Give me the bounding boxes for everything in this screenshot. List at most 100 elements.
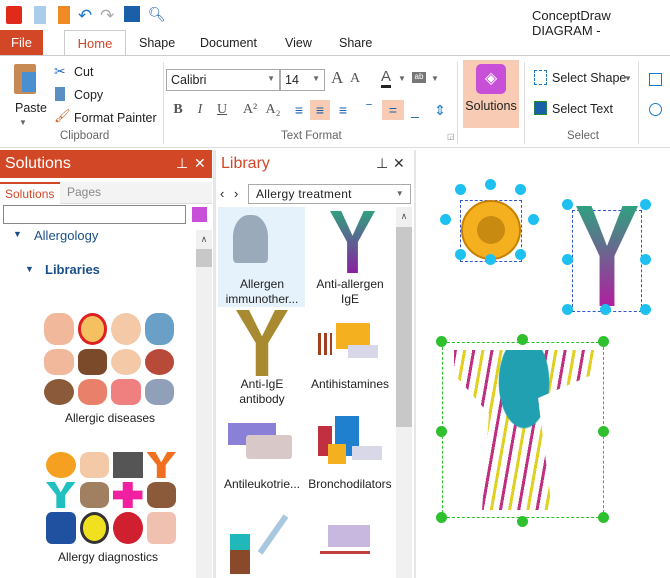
- subscript-icon[interactable]: A₂: [264, 100, 282, 120]
- library-item-anti-allergen-ige[interactable]: [330, 211, 375, 273]
- drawing-canvas[interactable]: [416, 150, 670, 578]
- print-preview-icon[interactable]: 🔍︎: [148, 6, 166, 23]
- italic-button[interactable]: I: [191, 100, 209, 120]
- rectangle-tool-icon[interactable]: [649, 73, 662, 86]
- selection-handle[interactable]: [485, 254, 496, 265]
- open-icon[interactable]: [58, 6, 70, 24]
- font-color-icon[interactable]: A: [381, 68, 392, 88]
- format-painter-button[interactable]: Format Painter: [74, 111, 157, 125]
- text-direction-icon[interactable]: ⇕: [431, 100, 449, 120]
- selection-handle[interactable]: [440, 214, 451, 225]
- back-icon[interactable]: ‹: [220, 186, 224, 201]
- selection-handle[interactable]: [598, 336, 609, 347]
- grow-font-icon[interactable]: A: [331, 68, 343, 88]
- scroll-up-icon[interactable]: ∧: [396, 211, 412, 222]
- library-item-label: Anti-allergen IgE: [316, 277, 384, 306]
- cut-button[interactable]: Cut: [74, 65, 93, 79]
- selection-handle[interactable]: [562, 254, 573, 265]
- align-bottom-icon[interactable]: _: [406, 100, 424, 120]
- highlight-icon[interactable]: ab: [412, 72, 426, 83]
- tab-solutions[interactable]: Solutions: [0, 182, 60, 204]
- tree-item-libraries[interactable]: Libraries: [45, 262, 100, 277]
- font-select[interactable]: Calibri ▼: [166, 69, 280, 91]
- solutions-search-input[interactable]: [3, 205, 186, 224]
- search-icon[interactable]: [192, 207, 207, 222]
- align-top-icon[interactable]: ‾: [360, 100, 378, 120]
- chevron-down-icon[interactable]: ▼: [398, 74, 406, 83]
- new-document-icon[interactable]: [34, 6, 46, 24]
- library-item-nasal-drops[interactable]: [230, 512, 294, 574]
- select-text-button[interactable]: Select Text: [552, 102, 613, 116]
- library-item-antihistamines[interactable]: [318, 323, 380, 361]
- copy-button[interactable]: Copy: [74, 88, 103, 102]
- paste-button[interactable]: Paste: [15, 101, 47, 115]
- library-select[interactable]: Allergy treatment ▼: [248, 184, 411, 204]
- pin-icon[interactable]: ⊥: [176, 155, 188, 172]
- selection-handle[interactable]: [598, 426, 609, 437]
- tab-view[interactable]: View: [285, 36, 312, 50]
- paste-dropdown-icon[interactable]: ▼: [19, 118, 27, 127]
- tab-shape[interactable]: Shape: [139, 36, 175, 50]
- chevron-down-icon[interactable]: ▼: [624, 74, 632, 83]
- selection-handle[interactable]: [515, 184, 526, 195]
- expand-icon[interactable]: ▼: [25, 264, 34, 274]
- close-icon[interactable]: ✕: [194, 155, 206, 172]
- select-shape-button[interactable]: Select Shape: [552, 71, 626, 85]
- cell-shape[interactable]: [461, 200, 521, 260]
- selection-handle[interactable]: [455, 249, 466, 260]
- selection-handle[interactable]: [436, 336, 447, 347]
- forward-icon[interactable]: ›: [234, 186, 238, 201]
- selection-handle[interactable]: [562, 304, 573, 315]
- tree-item-allergology[interactable]: Allergology: [34, 228, 98, 243]
- allergic-diseases-thumbnail[interactable]: [44, 313, 174, 405]
- close-icon[interactable]: ✕: [393, 155, 405, 172]
- library-item-epinephrine[interactable]: [320, 525, 382, 557]
- library-item-antileukotrienes[interactable]: [228, 423, 293, 461]
- tab-document[interactable]: Document: [200, 36, 257, 50]
- selection-handle[interactable]: [436, 426, 447, 437]
- selection-handle[interactable]: [640, 199, 651, 210]
- align-right-icon[interactable]: ≡: [334, 100, 352, 120]
- font-size-select[interactable]: 14 ▼: [280, 69, 325, 91]
- solutions-panel-title: Solutions: [5, 155, 71, 172]
- solutions-button[interactable]: ◈ Solutions: [463, 60, 519, 128]
- align-middle-icon[interactable]: =: [382, 100, 404, 120]
- dialog-launcher-icon[interactable]: ◲: [447, 132, 455, 141]
- allergy-diagnostics-thumbnail[interactable]: [46, 452, 176, 544]
- chevron-down-icon[interactable]: ▼: [431, 74, 439, 83]
- chevron-down-icon[interactable]: ▼: [396, 189, 404, 198]
- tab-pages[interactable]: Pages: [67, 185, 101, 199]
- redo-icon[interactable]: ↷: [100, 6, 114, 26]
- align-left-icon[interactable]: ≡: [290, 100, 308, 120]
- solutions-scrollbar[interactable]: ∧: [196, 230, 212, 578]
- selection-handle[interactable]: [640, 304, 651, 315]
- tab-file[interactable]: File: [0, 30, 43, 55]
- align-center-icon[interactable]: ≡: [310, 100, 330, 120]
- undo-icon[interactable]: ↶: [78, 6, 92, 26]
- library-item-bronchodilators[interactable]: [318, 416, 382, 466]
- shrink-font-icon[interactable]: A: [350, 71, 360, 87]
- pin-icon[interactable]: ⊥: [376, 155, 388, 172]
- selection-handle[interactable]: [528, 214, 539, 225]
- underline-button[interactable]: U: [213, 100, 231, 120]
- superscript-icon[interactable]: A²: [241, 100, 259, 120]
- selection-handle[interactable]: [455, 184, 466, 195]
- ellipse-tool-icon[interactable]: [649, 103, 662, 116]
- selection-handle[interactable]: [517, 516, 528, 527]
- save-icon[interactable]: [124, 6, 140, 22]
- selection-handle[interactable]: [600, 304, 611, 315]
- tab-share[interactable]: Share: [339, 36, 372, 50]
- expand-icon[interactable]: ▼: [13, 229, 22, 239]
- selection-handle[interactable]: [517, 334, 528, 345]
- scroll-up-icon[interactable]: ∧: [196, 234, 212, 245]
- selection-handle[interactable]: [485, 179, 496, 190]
- selection-handle[interactable]: [640, 254, 651, 265]
- tab-home[interactable]: Home: [64, 30, 126, 56]
- library-item-anti-ige-antibody[interactable]: [236, 310, 288, 376]
- selection-handle[interactable]: [515, 249, 526, 260]
- selection-handle[interactable]: [562, 199, 573, 210]
- library-scrollbar[interactable]: ∧: [396, 207, 412, 578]
- selection-handle[interactable]: [436, 512, 447, 523]
- bold-button[interactable]: B: [169, 100, 187, 120]
- selection-handle[interactable]: [598, 512, 609, 523]
